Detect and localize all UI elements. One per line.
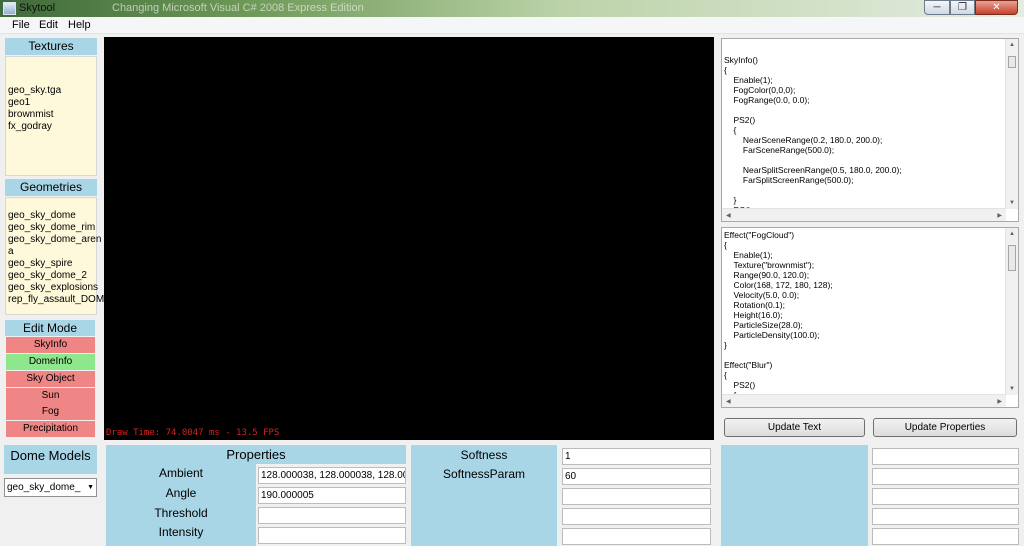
render-viewport[interactable]: Draw Time: 74.0047 ms - 13.5 FPS [104,37,714,440]
ambient-field[interactable]: 128.000038, 128.000038, 128.000038 [258,467,406,484]
scroll-up-icon[interactable]: ▲ [1009,231,1015,237]
property-field[interactable] [872,508,1019,525]
threshold-label: Threshold [154,506,208,520]
horizontal-scrollbar[interactable]: ◀ ▶ [722,394,1006,407]
property-field[interactable] [872,468,1019,485]
scroll-right-icon[interactable]: ▶ [997,212,1002,219]
properties-header: Properties [106,445,406,464]
edit-mode-skyinfo-button[interactable]: SkyInfo [6,337,95,353]
edit-mode-sky-object-button[interactable]: Sky Object [6,371,95,387]
skyinfo-script-textbox[interactable]: SkyInfo() { Enable(1); FogColor(0,0,0); … [721,38,1019,222]
effects-script-textbox[interactable]: Effect("FogCloud") { Enable(1); Texture(… [721,227,1019,408]
scroll-thumb[interactable] [1008,56,1016,68]
geometries-header: Geometries [5,179,97,196]
scroll-down-icon[interactable]: ▼ [1009,386,1015,392]
threshold-field[interactable] [258,507,406,524]
restore-icon: ❐ [958,2,967,13]
menu-file[interactable]: File [12,19,30,31]
softness-param-field[interactable]: 60 [562,468,711,485]
list-item[interactable]: fx_godray [8,121,96,133]
edit-mode-header: Edit Mode [5,320,95,336]
horizontal-scrollbar[interactable]: ◀ ▶ [722,208,1006,221]
list-item[interactable]: geo_sky_dome_2 [8,270,96,282]
intensity-field[interactable] [258,527,406,544]
softness-label: Softness [460,448,508,462]
edit-mode-sun-button[interactable]: Sun [6,388,95,404]
geometries-list[interactable]: geo_sky_dome geo_sky_dome_rim geo_sky_do… [5,197,104,315]
update-properties-button[interactable]: Update Properties [873,418,1017,437]
minimize-button[interactable]: ─ [924,0,950,15]
effects-script-text: Effect("FogCloud") { Enable(1); Texture(… [724,230,833,400]
dome-models-dropdown[interactable]: geo_sky_dome_ ▼ [4,478,97,497]
update-text-button[interactable]: Update Text [724,418,865,437]
property-field[interactable] [562,528,711,545]
edit-mode-fog-button[interactable]: Fog [6,404,95,420]
textures-header: Textures [5,38,97,55]
list-item[interactable]: rep_fly_assault_DOM [8,294,104,306]
close-icon: ✕ [992,2,1001,13]
softness-field[interactable]: 1 [562,448,711,465]
scroll-left-icon[interactable]: ◀ [726,212,731,219]
list-item[interactable]: geo_sky_dome_aren [8,234,101,246]
property-field[interactable] [872,528,1019,545]
list-item[interactable]: geo_sky_spire [8,258,96,270]
list-item[interactable]: a [8,246,96,258]
property-field[interactable] [562,508,711,525]
menu-help[interactable]: Help [68,19,91,31]
draw-time-status: Draw Time: 74.0047 ms - 13.5 FPS [106,428,280,438]
intensity-label: Intensity [158,525,204,539]
edit-mode-precipitation-button[interactable]: Precipitation [6,421,95,437]
close-button[interactable]: ✕ [975,0,1018,15]
scroll-up-icon[interactable]: ▲ [1009,42,1015,48]
list-item[interactable]: geo_sky_dome_rim [8,222,96,234]
window-title-overlay: Changing Microsoft Visual C# 2008 Expres… [112,2,364,14]
list-item[interactable]: geo_sky_dome [8,210,96,222]
ambient-label: Ambient [158,466,204,480]
title-bar: Skytool Changing Microsoft Visual C# 200… [0,0,1024,17]
skyinfo-script-text: SkyInfo() { Enable(1); FogColor(0,0,0); … [724,55,902,215]
window-title: Skytool [19,2,56,14]
scroll-down-icon[interactable]: ▼ [1009,200,1015,206]
textures-list[interactable]: geo_sky.tga geo1 brownmist fx_godray [5,56,97,176]
list-item[interactable]: geo1 [8,97,96,109]
vertical-scrollbar[interactable]: ▲ ▼ [1005,228,1018,395]
maximize-button[interactable]: ❐ [950,0,975,15]
chevron-down-icon[interactable]: ▼ [87,479,94,496]
extra-label-panel [721,445,868,546]
scroll-right-icon[interactable]: ▶ [997,398,1002,405]
scroll-left-icon[interactable]: ◀ [726,398,731,405]
edit-mode-domeinfo-button[interactable]: DomeInfo [6,354,95,370]
list-item[interactable]: geo_sky_explosions [8,282,98,294]
property-field[interactable] [872,448,1019,465]
dome-models-header: Dome Models [4,445,97,474]
dome-models-selected: geo_sky_dome_ [7,482,81,493]
menu-edit[interactable]: Edit [39,19,58,31]
menu-bar: File Edit Help [0,17,1024,34]
angle-field[interactable]: 190.000005 [258,487,406,504]
scroll-thumb[interactable] [1008,245,1016,271]
list-item[interactable]: geo_sky.tga [8,85,96,97]
angle-label: Angle [165,486,197,500]
vertical-scrollbar[interactable]: ▲ ▼ [1005,39,1018,209]
minimize-icon: ─ [933,2,941,13]
list-item[interactable]: brownmist [8,109,96,121]
property-field[interactable] [872,488,1019,505]
softness-param-label: SoftnessParam [442,467,526,481]
property-field[interactable] [562,488,711,505]
app-icon [3,2,16,15]
